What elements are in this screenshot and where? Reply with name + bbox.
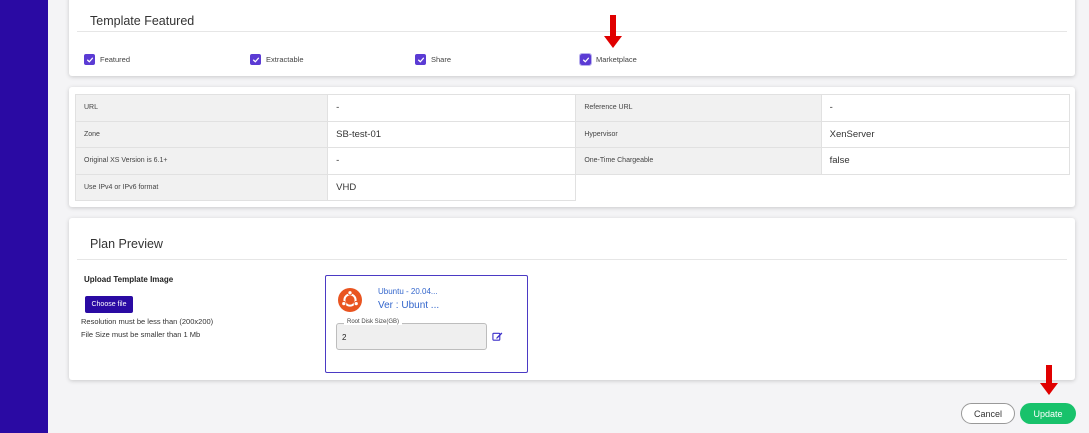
ubuntu-logo-icon [338,288,362,312]
divider [77,31,1067,32]
annotation-arrow-icon [1040,365,1058,395]
section-title: Plan Preview [90,237,163,251]
table-key: Original XS Version is 6.1+ [74,147,329,175]
checkbox-label: Share [431,55,452,64]
update-button[interactable]: Update [1020,403,1076,424]
table-key: One-Time Chargeable [575,147,822,175]
annotation-arrow-icon [604,15,622,48]
extractable-checkbox[interactable]: Extractable [250,54,304,65]
table-value: false [820,147,1071,175]
table-value: - [327,147,577,175]
share-checkbox[interactable]: Share [415,54,451,65]
cancel-button[interactable]: Cancel [961,403,1015,424]
plan-preview-card: Plan Preview Upload Template Image Choos… [69,218,1075,380]
featured-checkbox[interactable]: Featured [84,54,130,65]
template-info-card: URL - Reference URL - Zone SB-test-01 Hy… [69,87,1075,207]
edit-icon[interactable] [492,329,503,341]
table-key: URL [74,94,329,122]
root-disk-size-value[interactable]: 2 [342,333,346,342]
table-row: Zone SB-test-01 Hypervisor XenServer [74,120,1071,148]
upload-template-image-label: Upload Template Image [84,275,174,284]
table-value: SB-test-01 [327,120,577,148]
checkbox-label: Featured [100,55,131,64]
table-value: VHD [327,173,577,201]
empty-cell [576,174,1070,201]
template-name: Ubuntu - 20.04... [378,287,438,296]
checkbox-checked-icon[interactable] [250,54,261,65]
template-version: Ver : Ubunt ... [378,300,440,311]
table-row: URL - Reference URL - [74,94,1071,122]
checkbox-label: Marketplace [596,55,637,64]
choose-file-button[interactable]: Choose file [85,296,133,313]
table-value: - [820,94,1071,122]
root-disk-size-field[interactable]: Root Disk Size(GB) 2 [336,319,487,350]
template-featured-card: Template Featured Featured Extractable S… [69,0,1075,76]
table-value: XenServer [820,120,1071,148]
template-preview-card: Ubuntu - 20.04... Ver : Ubunt ... Root D… [325,275,528,373]
template-info-table: URL - Reference URL - Zone SB-test-01 Hy… [74,94,1071,201]
main-content: Template Featured Featured Extractable S… [48,0,1089,433]
table-key: Use IPv4 or IPv6 format [74,173,329,201]
table-key: Zone [74,120,329,148]
table-key: Reference URL [575,94,822,122]
marketplace-checkbox[interactable]: Marketplace [579,53,637,66]
resolution-note: Resolution must be less than (200x200) [81,317,214,326]
root-disk-size-label: Root Disk Size(GB) [344,319,403,325]
checkbox-checked-icon[interactable] [579,53,592,66]
checkbox-label: Extractable [266,55,304,64]
table-row: Use IPv4 or IPv6 format VHD [74,173,1070,201]
checkbox-checked-icon[interactable] [415,54,426,65]
checkbox-checked-icon[interactable] [84,54,95,65]
sidebar [0,0,48,433]
section-title: Template Featured [90,14,195,28]
divider [77,259,1067,260]
file-size-note: File Size must be smaller than 1 Mb [81,330,201,339]
table-key: Hypervisor [575,120,822,148]
table-value: - [327,94,577,122]
table-row: Original XS Version is 6.1+ - One-Time C… [74,147,1071,175]
